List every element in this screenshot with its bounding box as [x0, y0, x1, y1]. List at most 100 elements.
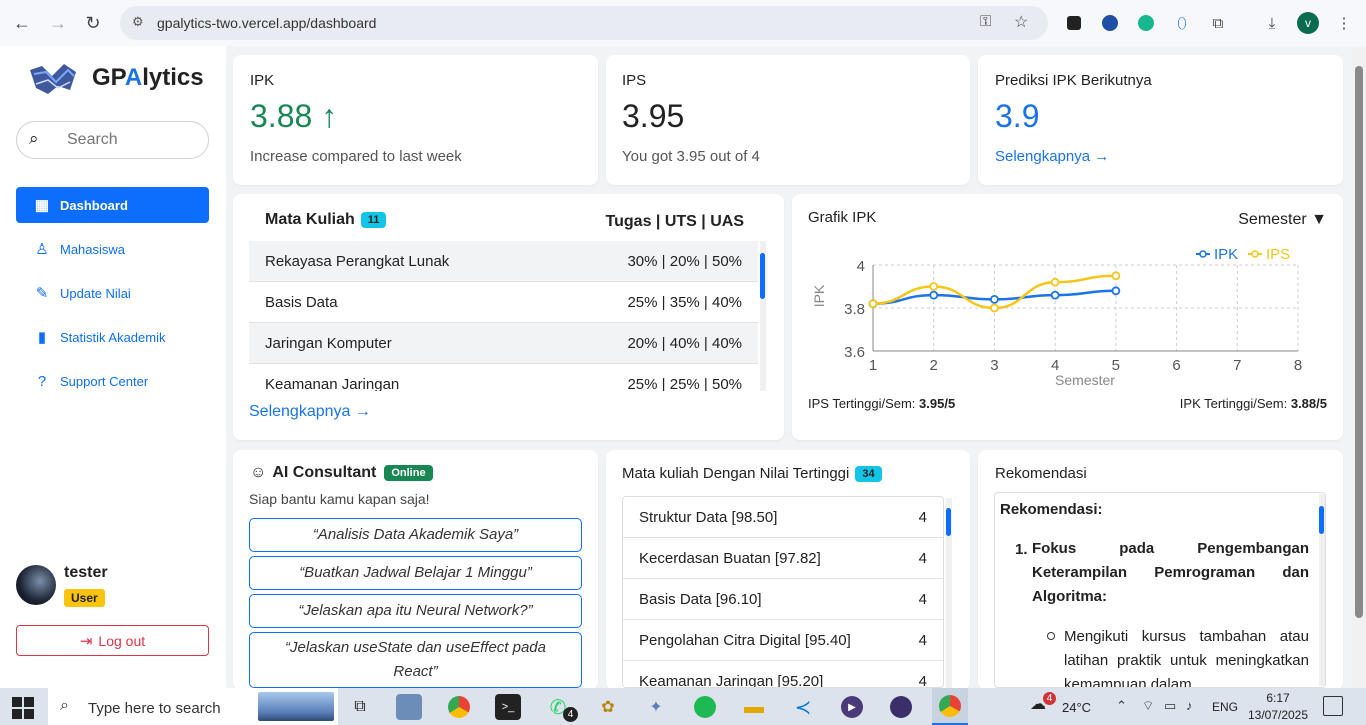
- vscode-icon[interactable]: ≺: [790, 694, 816, 720]
- prompt-button[interactable]: “Analisis Data Akademik Saya”: [249, 518, 582, 552]
- best-courses-list[interactable]: Struktur Data [98.50] 4 Kecerdasan Buatan…: [622, 496, 944, 688]
- list-item[interactable]: Pengolahan Citra Digital [95.40] 4: [623, 620, 943, 661]
- chrome-active-icon[interactable]: [932, 688, 968, 725]
- clock-date[interactable]: 13/07/2025: [1246, 708, 1310, 722]
- rekomendasi-title: Rekomendasi: [995, 465, 1087, 482]
- bookmark-star-icon[interactable]: ☆: [1014, 12, 1028, 32]
- data-point: [929, 282, 939, 291]
- search-box[interactable]: ⌕: [16, 121, 209, 159]
- list-item[interactable]: Rekayasa Perangkat Lunak 30% | 20% | 50%: [249, 241, 758, 282]
- bar-chart-icon: ▮: [37, 329, 47, 346]
- prompt-button[interactable]: “Jelaskan apa itu Neural Network?”: [249, 594, 582, 628]
- battery-icon[interactable]: ▭: [1164, 698, 1176, 714]
- list-item[interactable]: Basis Data 25% | 35% | 40%: [249, 282, 758, 323]
- clock-time[interactable]: 6:17: [1250, 691, 1306, 705]
- rekomendasi-content[interactable]: Rekomendasi: 1. Fokus pada Pengembangan …: [994, 492, 1326, 688]
- site-info-icon[interactable]: ⚙: [132, 14, 144, 30]
- prediksi-label: Prediksi IPK Berikutnya: [995, 72, 1152, 89]
- courses-more-link[interactable]: Selengkapnya →: [249, 403, 371, 421]
- terminal-icon[interactable]: >_: [495, 694, 521, 720]
- list-item[interactable]: Basis Data [96.10] 4: [623, 579, 943, 620]
- taskbar-search-placeholder[interactable]: Type here to search: [88, 700, 221, 717]
- menu-icon[interactable]: ⋮: [1331, 10, 1357, 36]
- extension-icon[interactable]: [1097, 10, 1123, 36]
- ips-label: IPS: [622, 72, 647, 89]
- chevron-up-icon[interactable]: ⌃: [1116, 698, 1127, 714]
- prompt-button[interactable]: “Buatkan Jadwal Belajar 1 Minggu”: [249, 556, 582, 590]
- list-item[interactable]: Struktur Data [98.50] 4: [623, 497, 943, 538]
- puzzle-icon[interactable]: ⧉: [1205, 10, 1231, 36]
- app-icon[interactable]: [396, 694, 422, 720]
- search-input[interactable]: [67, 130, 197, 150]
- search-highlight-image: [258, 692, 334, 721]
- page-scrollbar[interactable]: [1352, 48, 1366, 688]
- courses-title: Mata Kuliah 11: [265, 211, 387, 229]
- sidebar-item-update-nilai[interactable]: ✎ Update Nilai: [16, 275, 209, 311]
- reload-icon[interactable]: ↻: [78, 8, 108, 38]
- volume-icon[interactable]: ♪: [1186, 698, 1193, 713]
- ipk-subtext: Increase compared to last week: [250, 148, 462, 165]
- search-icon: ⌕: [60, 697, 69, 714]
- courses-list[interactable]: Rekayasa Perangkat Lunak 30% | 20% | 50% …: [249, 241, 758, 391]
- network-icon[interactable]: ⌔: [1142, 698, 1154, 714]
- download-icon[interactable]: ⤓: [1259, 10, 1285, 36]
- windows-start-icon[interactable]: [12, 697, 34, 719]
- rekomendasi-card: Rekomendasi Rekomendasi: 1. Fokus pada P…: [978, 450, 1343, 690]
- chart-title: Grafik IPK: [808, 209, 877, 226]
- avatar[interactable]: [16, 565, 56, 605]
- data-point: [868, 299, 878, 309]
- scrollbar-thumb[interactable]: [1319, 506, 1324, 534]
- address-bar[interactable]: ⚙ gpalytics-two.vercel.app/dashboard ⚿ ☆: [120, 6, 1048, 40]
- sidebar-item-dashboard[interactable]: ▦ Dashboard: [16, 187, 209, 223]
- taskbar-search[interactable]: ⌕ Type here to search: [48, 688, 338, 725]
- user-name: tester: [64, 564, 108, 581]
- github-icon[interactable]: [888, 694, 914, 720]
- list-item[interactable]: Keamanan Jaringan [95.20] 4: [623, 661, 943, 688]
- prompt-button[interactable]: “Jelaskan useState dan useEffect pada Re…: [249, 632, 582, 688]
- profile-avatar[interactable]: v: [1295, 10, 1321, 36]
- courses-scrollbar[interactable]: [760, 241, 766, 391]
- list-item[interactable]: Jaringan Komputer 20% | 40% | 40%: [249, 323, 758, 364]
- bullet-icon: [1047, 632, 1055, 640]
- extension-icon[interactable]: [1061, 10, 1087, 36]
- sidebar-item-statistik[interactable]: ▮ Statistik Akademik: [16, 319, 209, 355]
- extension-icon[interactable]: [1133, 10, 1159, 36]
- scrollbar-thumb[interactable]: [946, 508, 951, 536]
- prediksi-link[interactable]: Selengkapnya →: [995, 148, 1109, 165]
- address-url[interactable]: gpalytics-two.vercel.app/dashboard: [157, 15, 376, 31]
- back-icon[interactable]: ←: [7, 8, 37, 38]
- x-tick-label: 6: [1172, 357, 1180, 374]
- scrollbar-thumb[interactable]: [760, 253, 765, 299]
- online-badge: Online: [384, 464, 433, 481]
- ai-subtitle: Siap bantu kamu kapan saja!: [249, 491, 430, 507]
- scrollbar-thumb[interactable]: [1355, 66, 1363, 618]
- spotify-icon[interactable]: [692, 694, 718, 720]
- ips-subtext: You got 3.95 out of 4: [622, 148, 760, 165]
- key-icon[interactable]: ⚿: [980, 13, 991, 30]
- rekomendasi-scrollbar[interactable]: [1319, 494, 1325, 686]
- list-item[interactable]: Kecerdasan Buatan [97.82] 4: [623, 538, 943, 579]
- app-icon[interactable]: ✦: [643, 694, 669, 720]
- app-icon[interactable]: ✿: [595, 694, 621, 720]
- task-view-icon[interactable]: ⧉: [347, 694, 373, 720]
- media-player-icon[interactable]: ▶: [839, 694, 865, 720]
- sidebar-item-label: Mahasiswa: [60, 241, 126, 257]
- language-indicator[interactable]: ENG: [1212, 700, 1238, 714]
- chrome-icon[interactable]: [446, 694, 472, 720]
- ipk-card: IPK 3.88 ↑ Increase compared to last wee…: [233, 55, 598, 185]
- logout-button[interactable]: ⇥ Log out: [16, 625, 209, 656]
- best-scrollbar[interactable]: [946, 498, 952, 688]
- folder-icon[interactable]: ▬: [741, 694, 767, 720]
- courses-header-right: Tugas | UTS | UAS: [605, 213, 744, 230]
- extension-icon[interactable]: ⬯: [1169, 10, 1195, 36]
- data-point: [929, 290, 939, 300]
- list-item[interactable]: Keamanan Jaringan 25% | 25% | 50%: [249, 364, 758, 392]
- semester-dropdown[interactable]: Semester ▼: [1238, 211, 1327, 229]
- sidebar-item-label: Update Nilai: [60, 285, 131, 301]
- courses-count-badge: 11: [360, 211, 387, 228]
- sidebar-item-support[interactable]: ? Support Center: [16, 363, 209, 399]
- sidebar-item-mahasiswa[interactable]: ♙ Mahasiswa: [16, 231, 209, 267]
- notification-icon[interactable]: [1323, 696, 1343, 716]
- forward-icon[interactable]: →: [43, 8, 73, 38]
- y-axis-label: IPK: [811, 284, 827, 307]
